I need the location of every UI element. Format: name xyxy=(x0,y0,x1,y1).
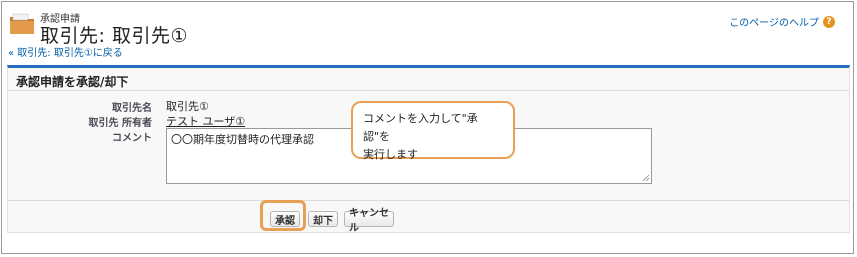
button-bar: 承認 却下 キャンセル xyxy=(8,200,849,235)
callout-line-1: コメントを入力して"承認"を xyxy=(363,112,478,143)
folder-icon xyxy=(10,13,34,34)
account-owner-value: テスト ユーザ① xyxy=(166,113,245,129)
help-question-icon[interactable]: ? xyxy=(823,15,835,28)
instruction-callout: コメントを入力して"承認"を 実行します xyxy=(351,101,515,161)
account-owner-label: 取引先 所有者 xyxy=(88,118,152,129)
comment-label: コメント xyxy=(112,133,152,144)
account-name-value: 取引先① xyxy=(166,100,209,113)
panel-header: 承認申請を承認/却下 xyxy=(8,68,849,91)
help-area: このページのヘルプ ? xyxy=(729,14,835,29)
callout-line-2: 実行します xyxy=(363,148,418,161)
page-frame: 承認申請 取引先: 取引先① このページのヘルプ ? « 取引先: 取引先①に戻… xyxy=(1,1,854,254)
cancel-button[interactable]: キャンセル xyxy=(344,208,394,234)
back-link[interactable]: « 取引先: 取引先①に戻る xyxy=(8,44,123,59)
comment-text: 〇〇期年度切替時の代理承認 xyxy=(171,133,314,146)
panel-title: 承認申請を承認/却下 xyxy=(16,75,129,89)
reject-button[interactable]: 却下 xyxy=(308,211,338,227)
approve-highlight-ring xyxy=(260,200,306,231)
account-name-label: 取引先名 xyxy=(112,103,152,114)
account-owner-link[interactable]: テスト ユーザ① xyxy=(166,115,245,128)
help-link[interactable]: このページのヘルプ xyxy=(729,14,819,29)
resize-grip-icon[interactable] xyxy=(642,174,650,182)
